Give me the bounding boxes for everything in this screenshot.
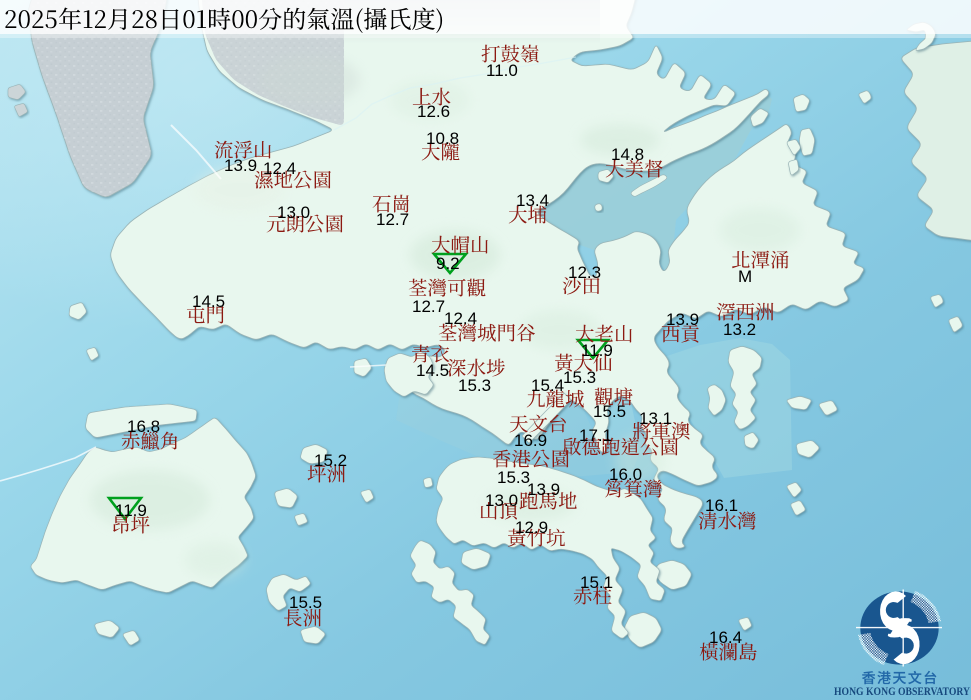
svg-text:12.7: 12.7 xyxy=(376,210,409,229)
svg-text:10.8: 10.8 xyxy=(426,129,459,148)
svg-text:14.5: 14.5 xyxy=(416,361,449,380)
svg-text:16.4: 16.4 xyxy=(709,628,742,647)
svg-text:13.0: 13.0 xyxy=(277,203,310,222)
svg-text:HONG KONG OBSERVATORY: HONG KONG OBSERVATORY xyxy=(834,686,971,698)
svg-text:16.0: 16.0 xyxy=(609,465,642,484)
svg-text:15.3: 15.3 xyxy=(497,468,530,487)
svg-text:16.9: 16.9 xyxy=(514,431,547,450)
svg-text:17.1: 17.1 xyxy=(579,426,612,445)
svg-text:12.3: 12.3 xyxy=(568,263,601,282)
svg-text:11.0: 11.0 xyxy=(486,61,518,80)
svg-text:9.2: 9.2 xyxy=(436,254,460,273)
svg-text:13.9: 13.9 xyxy=(527,480,560,499)
svg-text:15.3: 15.3 xyxy=(458,376,491,395)
svg-text:12.6: 12.6 xyxy=(417,102,450,121)
svg-text:15.1: 15.1 xyxy=(580,573,613,592)
svg-text:15.5: 15.5 xyxy=(593,402,626,421)
svg-text:14.8: 14.8 xyxy=(611,145,644,164)
svg-text:15.5: 15.5 xyxy=(289,593,322,612)
svg-text:16.1: 16.1 xyxy=(705,496,738,515)
svg-text:16.8: 16.8 xyxy=(127,417,160,436)
svg-text:M: M xyxy=(738,267,752,286)
svg-text:15.2: 15.2 xyxy=(314,451,347,470)
svg-text:13.0: 13.0 xyxy=(485,491,518,510)
svg-text:14.5: 14.5 xyxy=(192,292,225,311)
svg-text:13.1: 13.1 xyxy=(639,409,672,428)
svg-text:11.9: 11.9 xyxy=(115,501,147,520)
svg-text:15.3: 15.3 xyxy=(563,368,596,387)
svg-text:12.4: 12.4 xyxy=(263,159,296,178)
svg-text:13.4: 13.4 xyxy=(516,191,549,210)
svg-text:13.2: 13.2 xyxy=(723,320,756,339)
svg-text:12.4: 12.4 xyxy=(444,309,477,328)
svg-text:12.7: 12.7 xyxy=(412,297,445,316)
svg-text:11.9: 11.9 xyxy=(581,341,613,360)
svg-text:13.9: 13.9 xyxy=(666,310,699,329)
svg-text:12.9: 12.9 xyxy=(515,518,548,537)
svg-text:15.4: 15.4 xyxy=(531,376,564,395)
svg-text:13.9: 13.9 xyxy=(224,156,257,175)
